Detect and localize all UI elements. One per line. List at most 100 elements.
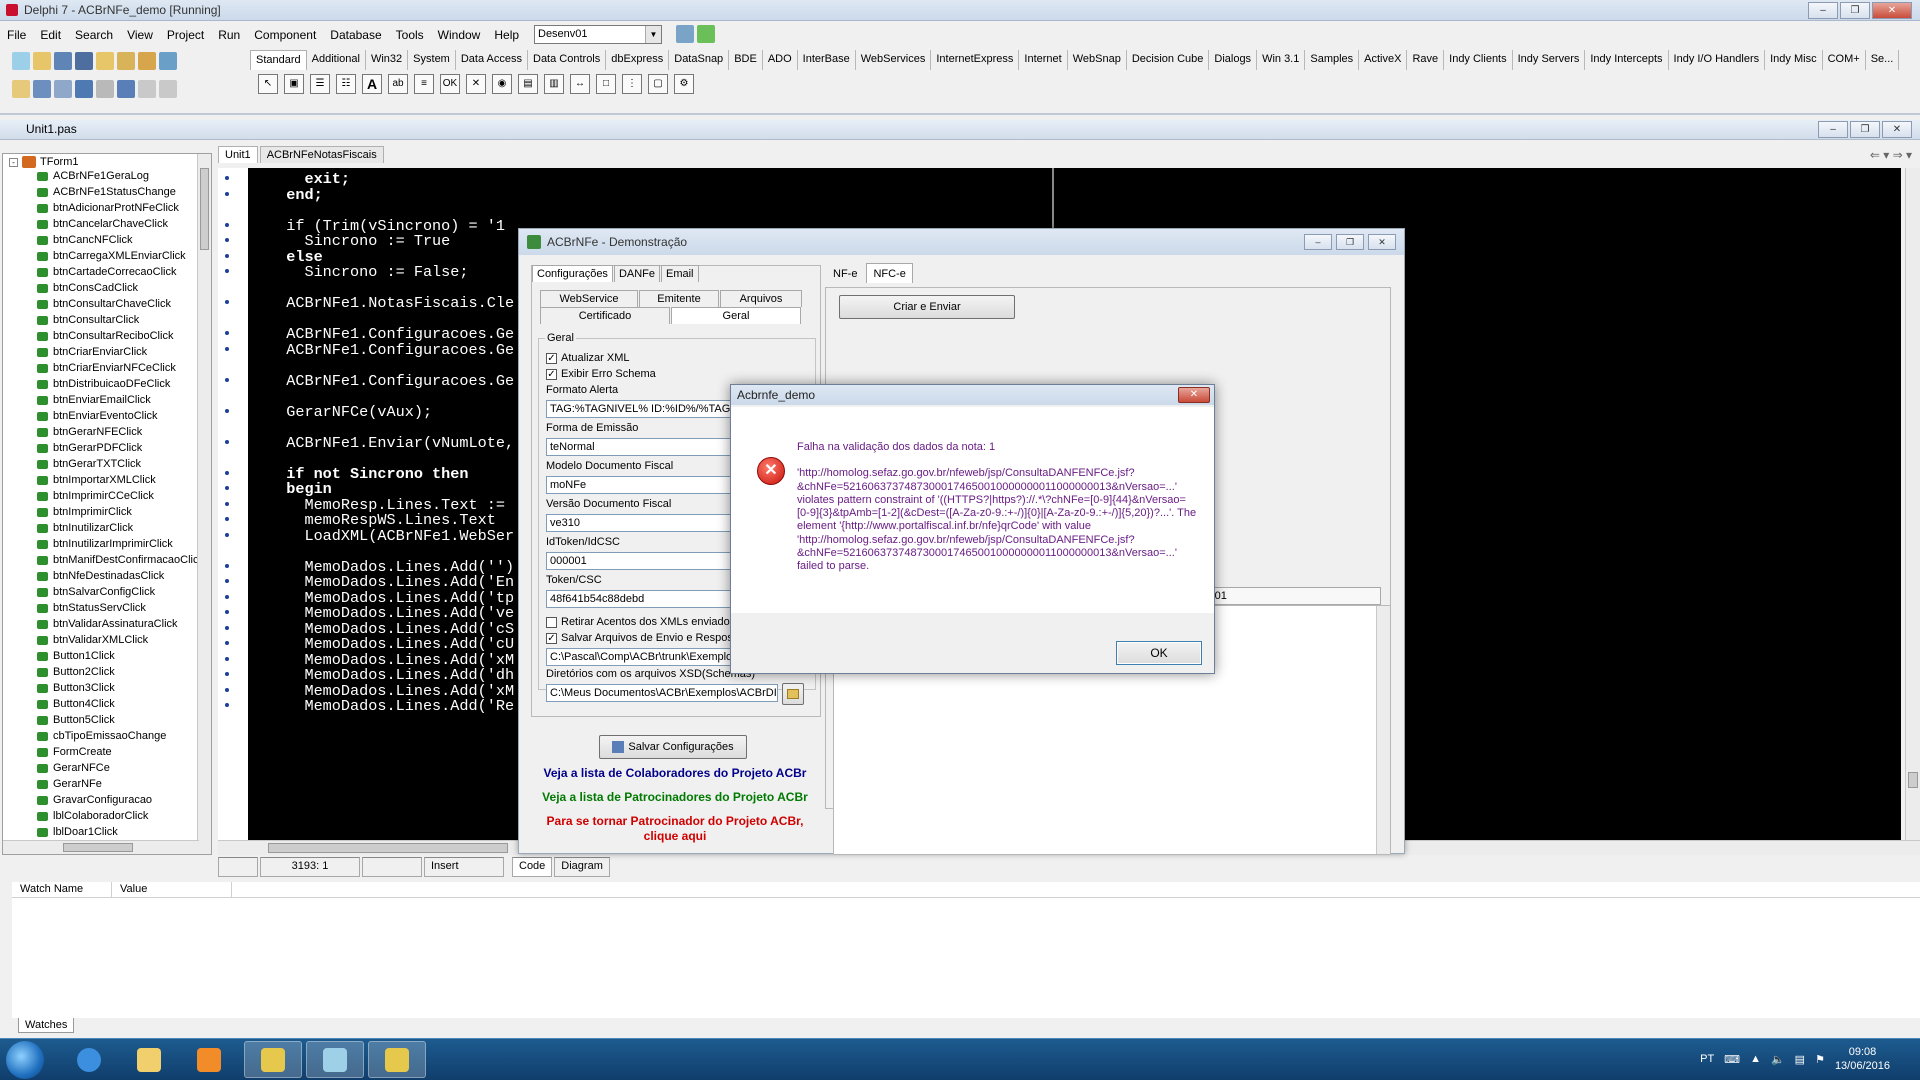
palette-tab[interactable]: Standard (250, 50, 307, 70)
tab-acbrnfenotasfiscais[interactable]: ACBrNFeNotasFiscais (259, 146, 384, 163)
tab-certificado[interactable]: Certificado (540, 307, 670, 324)
label-icon[interactable]: A (362, 74, 382, 94)
groupbox-icon[interactable]: □ (596, 74, 616, 94)
open-icon[interactable] (33, 52, 51, 70)
listbox-icon[interactable]: ▤ (518, 74, 538, 94)
palette-tab[interactable]: BDE (729, 50, 763, 70)
tree-item[interactable]: btnImprimirClick (37, 504, 211, 520)
language-indicator[interactable]: PT (1700, 1053, 1714, 1065)
menu-run[interactable]: Run (211, 23, 247, 47)
set-debug-desktop-icon[interactable] (697, 25, 715, 43)
breakpoint-dot[interactable] (225, 331, 229, 335)
collapse-icon[interactable]: - (9, 157, 18, 167)
tree-item[interactable]: GerarNFe (37, 776, 211, 792)
scroll-thumb[interactable] (1908, 772, 1918, 788)
save-desktop-icon[interactable] (676, 25, 694, 43)
tree-item[interactable]: lblDoar1Click (37, 824, 211, 840)
tree-item[interactable]: btnImprimirCCeClick (37, 488, 211, 504)
tree-item[interactable]: GerarNFCe (37, 760, 211, 776)
tree-item[interactable]: FormCreate (37, 744, 211, 760)
palette-tab[interactable]: Data Controls (528, 50, 607, 70)
trace-into-icon[interactable] (138, 80, 156, 98)
tree-item[interactable]: Button3Click (37, 680, 211, 696)
tree-item[interactable]: btnManifDestConfirmacaoClic (37, 552, 211, 568)
tree-item[interactable]: btnImportarXMLClick (37, 472, 211, 488)
menu-file[interactable]: File (0, 23, 33, 47)
breakpoint-dot[interactable] (225, 238, 229, 242)
palette-tab[interactable]: dbExpress (606, 50, 670, 70)
memo-icon[interactable]: ≡ (414, 74, 434, 94)
taskbar-explorer[interactable] (120, 1041, 178, 1078)
breakpoint-dot[interactable] (225, 269, 229, 273)
menu-window[interactable]: Window (431, 23, 488, 47)
col-value[interactable]: Value (112, 882, 232, 897)
taskbar-delphi-1[interactable] (244, 1041, 302, 1078)
tab-diagram[interactable]: Diagram (554, 857, 610, 877)
salvar-configuracoes-button[interactable]: Salvar Configurações (599, 735, 747, 759)
close-button[interactable]: ✕ (1872, 2, 1912, 19)
watch-list[interactable] (12, 898, 1920, 1018)
actionlist-icon[interactable]: ⚙ (674, 74, 694, 94)
col-watch-name[interactable]: Watch Name (12, 882, 112, 897)
view-unit-icon[interactable] (12, 80, 30, 98)
tree-item[interactable]: btnEnviarEmailClick (37, 392, 211, 408)
combobox-icon[interactable]: ▥ (544, 74, 564, 94)
run-icon[interactable] (96, 80, 114, 98)
demo-close-button[interactable]: ✕ (1368, 234, 1396, 250)
tree-item[interactable]: btnValidarAssinaturaClick (37, 616, 211, 632)
frame-icon[interactable]: ▣ (284, 74, 304, 94)
tree-item[interactable]: btnCartadeCorrecaoClick (37, 264, 211, 280)
palette-tab[interactable]: Indy Intercepts (1585, 50, 1669, 70)
tree-item[interactable]: btnCriarEnviarClick (37, 344, 211, 360)
breakpoint-dot[interactable] (225, 641, 229, 645)
tree-item[interactable]: Button5Click (37, 712, 211, 728)
show-hidden-icon[interactable]: ▲ (1750, 1053, 1761, 1065)
popup-menu-icon[interactable]: ☷ (336, 74, 356, 94)
step-over-icon[interactable] (159, 80, 177, 98)
palette-tab[interactable]: Indy Clients (1444, 50, 1513, 70)
tree-item[interactable]: btnGerarPDFClick (37, 440, 211, 456)
start-button[interactable] (6, 1041, 44, 1079)
ok-button[interactable]: OK (1116, 641, 1202, 665)
patrocinar-link-line2[interactable]: clique aqui (519, 829, 831, 843)
tree-horizontal-scrollbar[interactable] (3, 840, 199, 854)
tree-item[interactable]: lblColaboradorClick (37, 808, 211, 824)
breakpoint-dot[interactable] (225, 300, 229, 304)
taskbar-ie[interactable] (60, 1041, 118, 1078)
breakpoint-dot[interactable] (225, 222, 229, 227)
tree-item[interactable]: btnNfeDestinadasClick (37, 568, 211, 584)
editor-restore-button[interactable]: ❐ (1850, 121, 1880, 138)
radiogroup-icon[interactable]: ⋮ (622, 74, 642, 94)
scrollbar-icon[interactable]: ↔ (570, 74, 590, 94)
tree-item[interactable]: btnGerarTXTClick (37, 456, 211, 472)
tree-item[interactable]: Button1Click (37, 648, 211, 664)
help-icon[interactable] (159, 52, 177, 70)
open-project-icon[interactable] (96, 52, 114, 70)
tab-geral[interactable]: Geral (671, 307, 801, 324)
taskbar-media-player[interactable] (180, 1041, 238, 1078)
colaboradores-link[interactable]: Veja a lista de Colaboradores do Projeto… (519, 766, 831, 780)
radio-icon[interactable]: ◉ (492, 74, 512, 94)
chevron-down-icon[interactable]: ▼ (645, 26, 661, 43)
breakpoint-dot[interactable] (225, 439, 229, 444)
tree-item[interactable]: Button2Click (37, 664, 211, 680)
palette-tab[interactable]: InternetExpress (931, 50, 1020, 70)
patrocinadores-link[interactable]: Veja a lista de Patrocinadores do Projet… (519, 790, 831, 804)
palette-tab[interactable]: Samples (1305, 50, 1360, 70)
tab-emitente[interactable]: Emitente (639, 290, 719, 307)
breakpoint-dot[interactable] (225, 501, 229, 506)
palette-tab[interactable]: Indy I/O Handlers (1669, 50, 1766, 70)
breakpoint-dot[interactable] (225, 672, 229, 676)
button-icon[interactable]: OK (440, 74, 460, 94)
error-close-button[interactable]: ✕ (1178, 387, 1210, 403)
tab-nfe[interactable]: NF-e (825, 263, 866, 283)
keyboard-icon[interactable]: ⌨ (1724, 1053, 1740, 1066)
tab-code[interactable]: Code (512, 857, 553, 877)
tree-item[interactable]: btnEnviarEventoClick (37, 408, 211, 424)
tab-webservice[interactable]: WebService (540, 290, 638, 307)
breakpoint-dot[interactable] (225, 191, 229, 196)
breakpoint-dot[interactable] (225, 470, 229, 475)
folder-browse-button[interactable] (782, 683, 804, 705)
salvar-arquivos-checkbox[interactable]: ✓ Salvar Arquivos de Envio e Respos (546, 632, 733, 644)
tree-item[interactable]: btnAdicionarProtNFeClick (37, 200, 211, 216)
